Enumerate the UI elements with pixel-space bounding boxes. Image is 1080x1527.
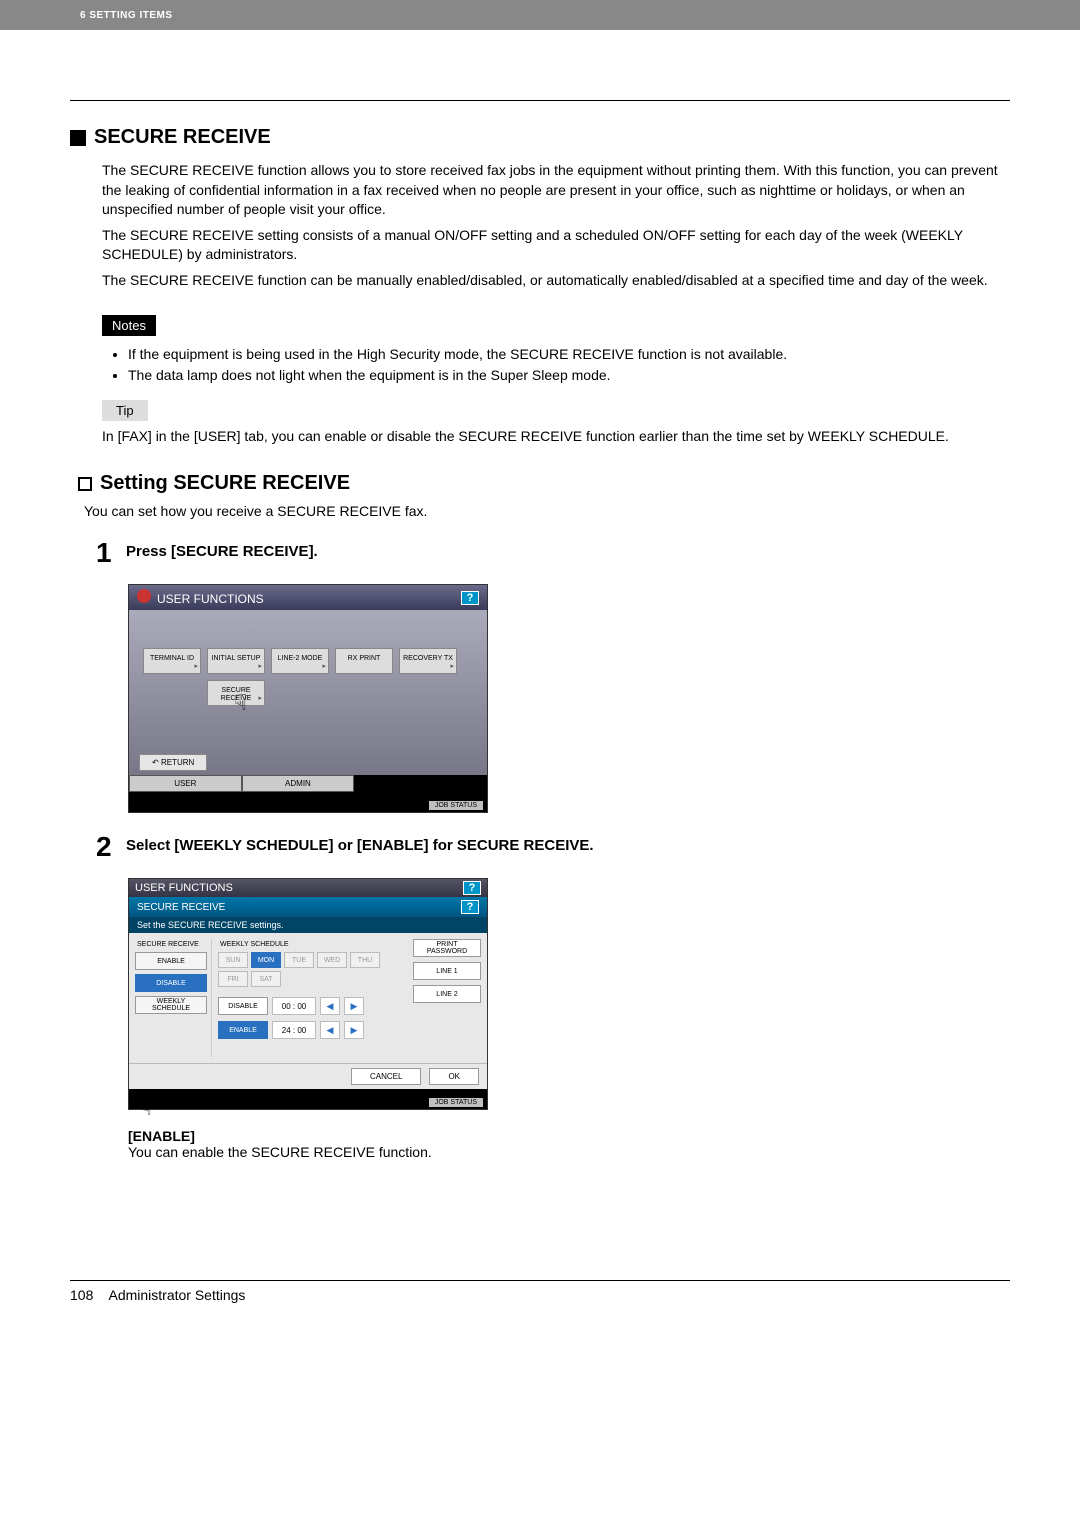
chevron-right-icon: ▸ xyxy=(258,695,262,703)
recovery-tx-button[interactable]: RECOVERY TX▸ xyxy=(399,648,457,674)
subsection-title: Setting SECURE RECEIVE xyxy=(78,472,1010,495)
square-solid-icon xyxy=(70,130,86,146)
top-rule xyxy=(70,100,1010,101)
ss2-subtitle: Set the SECURE RECEIVE settings. xyxy=(129,917,487,933)
help-icon[interactable]: ? xyxy=(461,591,479,605)
line-1-button[interactable]: LINE 1 xyxy=(413,962,481,980)
chevron-right-icon: ▸ xyxy=(322,663,326,671)
step-1: 1 Press [SECURE RECEIVE]. xyxy=(96,537,1010,570)
step-1-title: Press [SECURE RECEIVE]. xyxy=(126,543,1010,560)
help-icon[interactable]: ? xyxy=(463,881,481,895)
triangle-right-icon[interactable]: ▶ xyxy=(344,997,364,1015)
tab-user[interactable]: USER xyxy=(129,775,242,792)
notes-label: Notes xyxy=(102,315,156,336)
triangle-left-icon[interactable]: ◀ xyxy=(320,1021,340,1039)
ss2-left-title: SECURE RECEIVE xyxy=(135,939,207,952)
day-thu[interactable]: THU xyxy=(350,952,380,968)
hollow-square-icon xyxy=(78,477,92,491)
intro-para-3: The SECURE RECEIVE function can be manua… xyxy=(102,271,1010,291)
step-number: 2 xyxy=(96,831,126,864)
tab-admin[interactable]: ADMIN xyxy=(242,775,355,792)
hand-cursor-icon: ☟ xyxy=(140,1096,152,1121)
time-disable-button[interactable]: DISABLE xyxy=(218,997,268,1015)
rx-print-button[interactable]: RX PRINT xyxy=(335,648,393,674)
page-number: 108 xyxy=(70,1287,93,1303)
day-wed[interactable]: WED xyxy=(317,952,347,968)
day-sat[interactable]: SAT xyxy=(251,971,281,987)
enable-time-field[interactable]: 24 : 00 xyxy=(272,1021,316,1039)
intro-para-1: The SECURE RECEIVE function allows you t… xyxy=(102,161,1010,220)
subsection-desc: You can set how you receive a SECURE REC… xyxy=(84,503,1010,519)
ss2-titlebar-1: USER FUNCTIONS ? xyxy=(129,879,487,897)
day-fri[interactable]: FRI xyxy=(218,971,248,987)
note-item: If the equipment is being used in the Hi… xyxy=(128,344,1010,365)
print-password-button[interactable]: PRINT PASSWORD xyxy=(413,939,481,957)
ss2-mid-title: WEEKLY SCHEDULE xyxy=(218,939,409,952)
screenshot-1: USER FUNCTIONS ? TERMINAL ID▸ INITIAL SE… xyxy=(128,584,488,813)
job-status-button[interactable]: JOB STATUS xyxy=(429,801,483,810)
ok-button[interactable]: OK xyxy=(429,1068,479,1085)
disable-time-field[interactable]: 00 : 00 xyxy=(272,997,316,1015)
page-footer: 108 Administrator Settings xyxy=(70,1280,1010,1303)
disable-button[interactable]: DISABLE xyxy=(135,974,207,992)
breadcrumb: 6 SETTING ITEMS xyxy=(80,10,173,21)
day-sun[interactable]: SUN xyxy=(218,952,248,968)
tip-label: Tip xyxy=(102,400,148,421)
day-tue[interactable]: TUE xyxy=(284,952,314,968)
enable-button[interactable]: ENABLE xyxy=(135,952,207,970)
ss2-title2-text: SECURE RECEIVE xyxy=(137,902,225,913)
time-enable-button[interactable]: ENABLE xyxy=(218,1021,268,1039)
header-bar: 6 SETTING ITEMS xyxy=(0,0,1080,30)
job-status-button[interactable]: JOB STATUS xyxy=(429,1098,483,1107)
step-number: 1 xyxy=(96,537,126,570)
step-2-title: Select [WEEKLY SCHEDULE] or [ENABLE] for… xyxy=(126,837,1010,854)
ss2-titlebar-2: SECURE RECEIVE ? xyxy=(129,897,487,917)
section-title-text: SECURE RECEIVE xyxy=(94,126,271,149)
ss1-title: USER FUNCTIONS xyxy=(157,592,264,606)
hand-cursor-icon: ☟ xyxy=(234,690,247,716)
ss2-title1-text: USER FUNCTIONS xyxy=(135,882,233,894)
section-title: SECURE RECEIVE xyxy=(70,126,1010,149)
terminal-id-button[interactable]: TERMINAL ID▸ xyxy=(143,648,201,674)
weekly-schedule-button[interactable]: WEEKLY SCHEDULE xyxy=(135,996,207,1014)
footer-title: Administrator Settings xyxy=(108,1287,245,1303)
triangle-left-icon[interactable]: ◀ xyxy=(320,997,340,1015)
note-item: The data lamp does not light when the eq… xyxy=(128,365,1010,386)
gear-icon xyxy=(137,589,151,603)
tip-text: In [FAX] in the [USER] tab, you can enab… xyxy=(102,427,1010,447)
chevron-right-icon: ▸ xyxy=(258,663,262,671)
intro-para-2: The SECURE RECEIVE setting consists of a… xyxy=(102,226,1010,265)
step-2: 2 Select [WEEKLY SCHEDULE] or [ENABLE] f… xyxy=(96,831,1010,864)
chevron-right-icon: ▸ xyxy=(194,663,198,671)
enable-description: You can enable the SECURE RECEIVE functi… xyxy=(128,1144,1010,1160)
subsection-title-text: Setting SECURE RECEIVE xyxy=(100,472,350,495)
ss1-titlebar: USER FUNCTIONS ? xyxy=(129,585,487,610)
notes-list: If the equipment is being used in the Hi… xyxy=(128,344,1010,386)
chevron-right-icon: ▸ xyxy=(450,663,454,671)
help-icon[interactable]: ? xyxy=(461,900,479,914)
triangle-right-icon[interactable]: ▶ xyxy=(344,1021,364,1039)
screenshot-2: USER FUNCTIONS ? SECURE RECEIVE ? Set th… xyxy=(128,878,488,1110)
cancel-button[interactable]: CANCEL xyxy=(351,1068,421,1085)
line-2-button[interactable]: LINE 2 xyxy=(413,985,481,1003)
line2-mode-button[interactable]: LINE-2 MODE▸ xyxy=(271,648,329,674)
initial-setup-button[interactable]: INITIAL SETUP▸ xyxy=(207,648,265,674)
return-button[interactable]: ↶ RETURN xyxy=(139,754,207,771)
enable-heading: [ENABLE] xyxy=(128,1128,1010,1144)
day-mon[interactable]: MON xyxy=(251,952,281,968)
